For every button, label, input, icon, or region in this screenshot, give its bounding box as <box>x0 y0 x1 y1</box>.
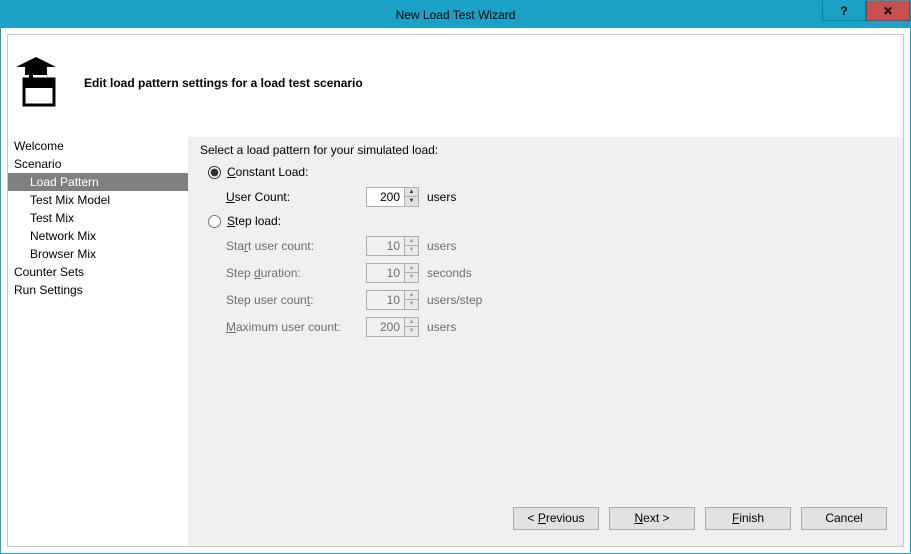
nav-item-test-mix[interactable]: Test Mix <box>8 209 188 227</box>
input-start-user <box>366 236 404 256</box>
spinner-buttons: ▲▼ <box>404 317 419 337</box>
help-icon: ? <box>840 4 847 18</box>
close-icon: ✕ <box>883 4 893 18</box>
nav-item-test-mix-model[interactable]: Test Mix Model <box>8 191 188 209</box>
label-step-user: Step user count: <box>226 293 366 307</box>
radio-constant-load[interactable]: Constant Load: <box>200 161 891 183</box>
field-step-duration: Step duration: ▲▼ seconds <box>226 259 891 286</box>
field-start-user: Start user count: ▲▼ users <box>226 232 891 259</box>
main-panel: Select a load pattern for your simulated… <box>188 137 903 546</box>
cancel-button[interactable]: Cancel <box>801 507 887 530</box>
unit-start-user: users <box>427 239 456 253</box>
titlebar-buttons: ? ✕ <box>822 1 910 28</box>
radio-step-label: Step load: <box>227 214 281 228</box>
finish-button[interactable]: Finish <box>705 507 791 530</box>
chevron-up-icon: ▲ <box>405 291 418 301</box>
unit-step-user: users/step <box>427 293 482 307</box>
spinner-step-duration: ▲▼ <box>366 263 419 283</box>
label-step-duration: Step duration: <box>226 266 366 280</box>
unit-user-count: users <box>427 190 456 204</box>
spinner-start-user: ▲▼ <box>366 236 419 256</box>
spinner-max-user: ▲▼ <box>366 317 419 337</box>
nav-sidebar: WelcomeScenarioLoad PatternTest Mix Mode… <box>8 137 188 546</box>
body: WelcomeScenarioLoad PatternTest Mix Mode… <box>8 137 903 546</box>
chevron-down-icon: ▼ <box>405 273 418 282</box>
input-step-duration <box>366 263 404 283</box>
chevron-down-icon: ▼ <box>405 300 418 309</box>
chevron-down-icon: ▼ <box>405 246 418 255</box>
label-start-user: Start user count: <box>226 239 366 253</box>
spinner-buttons: ▲▼ <box>404 263 419 283</box>
nav-item-load-pattern[interactable]: Load Pattern <box>8 173 188 191</box>
field-step-user: Step user count: ▲▼ users/step <box>226 286 891 313</box>
wizard-header: Edit load pattern settings for a load te… <box>8 35 903 137</box>
chevron-up-icon: ▲ <box>405 264 418 274</box>
titlebar: New Load Test Wizard ? ✕ <box>1 1 910 28</box>
nav-item-welcome[interactable]: Welcome <box>8 137 188 155</box>
field-user-count: User Count: ▲▼ users <box>226 183 891 210</box>
wizard-window: New Load Test Wizard ? ✕ Edit load patte… <box>0 0 911 554</box>
chevron-up-icon: ▲ <box>405 318 418 328</box>
help-button[interactable]: ? <box>822 1 866 21</box>
nav-item-run-settings[interactable]: Run Settings <box>8 281 188 299</box>
spinner-step-user: ▲▼ <box>366 290 419 310</box>
radio-step-load[interactable]: Step load: <box>200 210 891 232</box>
spinner-buttons: ▲▼ <box>404 236 419 256</box>
spinner-buttons[interactable]: ▲▼ <box>404 187 419 207</box>
header-title: Edit load pattern settings for a load te… <box>84 76 363 90</box>
field-max-user: Maximum user count: ▲▼ users <box>226 313 891 340</box>
label-user-count: User Count: <box>226 190 366 204</box>
footer: < Previous Next > Finish Cancel <box>188 490 903 546</box>
next-button[interactable]: Next > <box>609 507 695 530</box>
inner-panel: Edit load pattern settings for a load te… <box>7 34 904 547</box>
client-area: Edit load pattern settings for a load te… <box>1 28 910 553</box>
spinner-buttons: ▲▼ <box>404 290 419 310</box>
close-button[interactable]: ✕ <box>866 1 910 21</box>
previous-button[interactable]: < Previous <box>513 507 599 530</box>
radio-constant-input[interactable] <box>208 166 221 179</box>
chevron-down-icon[interactable]: ▼ <box>405 197 418 206</box>
label-max-user: Maximum user count: <box>226 320 366 334</box>
chevron-up-icon: ▲ <box>405 237 418 247</box>
radio-step-input[interactable] <box>208 215 221 228</box>
wizard-icon <box>14 57 66 109</box>
unit-step-duration: seconds <box>427 266 472 280</box>
input-user-count[interactable] <box>366 187 404 207</box>
chevron-down-icon: ▼ <box>405 327 418 336</box>
window-title: New Load Test Wizard <box>396 8 516 22</box>
chevron-up-icon[interactable]: ▲ <box>405 188 418 198</box>
section-heading: Select a load pattern for your simulated… <box>200 143 891 157</box>
nav-item-scenario[interactable]: Scenario <box>8 155 188 173</box>
radio-constant-label: Constant Load: <box>227 165 308 179</box>
input-step-user <box>366 290 404 310</box>
nav-item-network-mix[interactable]: Network Mix <box>8 227 188 245</box>
nav-item-browser-mix[interactable]: Browser Mix <box>8 245 188 263</box>
input-max-user <box>366 317 404 337</box>
unit-max-user: users <box>427 320 456 334</box>
nav-item-counter-sets[interactable]: Counter Sets <box>8 263 188 281</box>
spinner-user-count[interactable]: ▲▼ <box>366 187 419 207</box>
